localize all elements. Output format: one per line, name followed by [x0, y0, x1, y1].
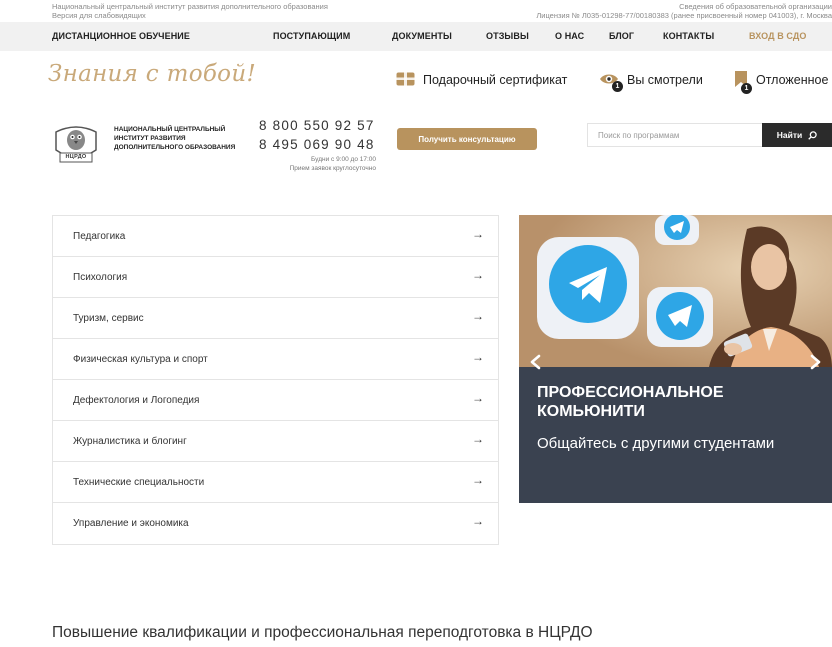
category-item[interactable]: Журналистика и блогинг → [53, 421, 498, 462]
work-hours-weekdays: Будни с 9:00 до 17:00 [311, 156, 376, 163]
top-info-bar: Национальный центральный институт развит… [0, 0, 832, 22]
banner-title: ПРОФЕССИОНАЛЬНОЕ КОМЬЮНИТИ [537, 384, 724, 420]
brand-row: Знания с тобой! Подарочный сертификат 1 … [0, 55, 832, 103]
logo-text: НЦРДО [65, 154, 87, 160]
slogan: Знания с тобой! [48, 61, 256, 87]
category-item[interactable]: Управление и экономика → [53, 503, 498, 544]
category-label: Технические специальности [73, 477, 205, 488]
category-item[interactable]: Технические специальности → [53, 462, 498, 503]
accessibility-link[interactable]: Версия для слабовидящих [52, 11, 146, 20]
gift-card-icon [396, 72, 415, 89]
ncrdo-logo[interactable]: НЦРДО [52, 124, 100, 166]
get-consultation-button[interactable]: Получить консультацию [397, 128, 537, 150]
arrow-right-icon: → [472, 350, 484, 364]
category-label: Психология [73, 272, 128, 283]
saved-count-badge: 1 [741, 82, 752, 94]
section-heading: Повышение квалификации и профессиональна… [52, 624, 593, 641]
category-label: Педагогика [73, 231, 126, 242]
phone-secondary[interactable]: 8 495 069 90 48 [259, 137, 375, 152]
search-button[interactable]: Найти [762, 123, 832, 147]
arrow-right-icon: → [472, 227, 484, 241]
nav-login-sdo[interactable]: ВХОД В СДО [749, 31, 807, 41]
gift-certificate-link[interactable]: Подарочный сертификат [396, 69, 567, 91]
org-name: НАЦИОНАЛЬНЫЙ ЦЕНТРАЛЬНЫЙ ИНСТИТУТ РАЗВИТ… [114, 126, 236, 151]
category-item[interactable]: Физическая культура и спорт → [53, 339, 498, 380]
license-text: Лицензия № Л035-01298-77/00180383 (ранее… [536, 11, 832, 20]
org-info-link[interactable]: Сведения об образовательной организации [679, 2, 832, 11]
nav-distance-learning[interactable]: ДИСТАНЦИОННОЕ ОБУЧЕНИЕ [52, 31, 190, 41]
bookmark-icon: 1 [734, 70, 752, 94]
category-label: Физическая культура и спорт [73, 354, 208, 365]
nav-about[interactable]: О НАС [555, 31, 584, 41]
chevron-right-icon[interactable] [808, 354, 822, 370]
category-item[interactable]: Педагогика → [53, 216, 498, 257]
search-button-label: Найти [776, 130, 803, 140]
search-input[interactable] [587, 123, 762, 147]
nav-blog[interactable]: БЛОГ [609, 31, 634, 41]
institute-name-link[interactable]: Национальный центральный институт развит… [52, 2, 328, 11]
banner-subtitle: Общайтесь с другими студентами [537, 435, 775, 452]
search-icon [808, 130, 817, 140]
nav-contacts[interactable]: КОНТАКТЫ [663, 31, 714, 41]
category-item[interactable]: Дефектология и Логопедия → [53, 380, 498, 421]
viewed-count-badge: 1 [612, 80, 623, 92]
arrow-right-icon: → [472, 391, 484, 405]
nav-documents[interactable]: ДОКУМЕНТЫ [392, 31, 452, 41]
banner-image [519, 215, 832, 367]
viewed-label: Вы смотрели [627, 73, 703, 87]
work-hours-applications: Прием заявок круглосуточно [289, 165, 376, 172]
category-item[interactable]: Туризм, сервис → [53, 298, 498, 339]
arrow-right-icon: → [472, 432, 484, 446]
site-header: НЦРДО НАЦИОНАЛЬНЫЙ ЦЕНТРАЛЬНЫЙ ИНСТИТУТ … [0, 110, 832, 180]
promo-banner[interactable]: ПРОФЕССИОНАЛЬНОЕ КОМЬЮНИТИ Общайтесь с д… [519, 215, 832, 503]
category-item[interactable]: Психология → [53, 257, 498, 298]
arrow-right-icon: → [472, 473, 484, 487]
arrow-right-icon: → [472, 309, 484, 323]
nav-applicants[interactable]: ПОСТУПАЮЩИМ [273, 31, 350, 41]
category-list: Педагогика → Психология → Туризм, сервис… [52, 215, 499, 545]
category-label: Дефектология и Логопедия [73, 395, 200, 406]
category-label: Туризм, сервис [73, 313, 144, 324]
main-nav: ДИСТАНЦИОННОЕ ОБУЧЕНИЕ ПОСТУПАЮЩИМ ДОКУМ… [0, 22, 832, 51]
saved-label: Отложенное [756, 73, 829, 87]
work-hours: Будни с 9:00 до 17:00 Прием заявок кругл… [250, 155, 376, 173]
gift-certificate-label: Подарочный сертификат [423, 73, 568, 87]
nav-reviews[interactable]: ОТЗЫВЫ [486, 31, 529, 41]
category-label: Журналистика и блогинг [73, 436, 187, 447]
category-label: Управление и экономика [73, 518, 189, 529]
saved-link[interactable]: 1 Отложенное [734, 69, 829, 94]
phone-primary[interactable]: 8 800 550 92 57 [259, 118, 375, 133]
arrow-right-icon: → [472, 268, 484, 282]
arrow-right-icon: → [472, 514, 484, 528]
chevron-left-icon[interactable] [529, 354, 543, 370]
eye-icon: 1 [599, 72, 623, 92]
viewed-link[interactable]: 1 Вы смотрели [599, 69, 703, 92]
